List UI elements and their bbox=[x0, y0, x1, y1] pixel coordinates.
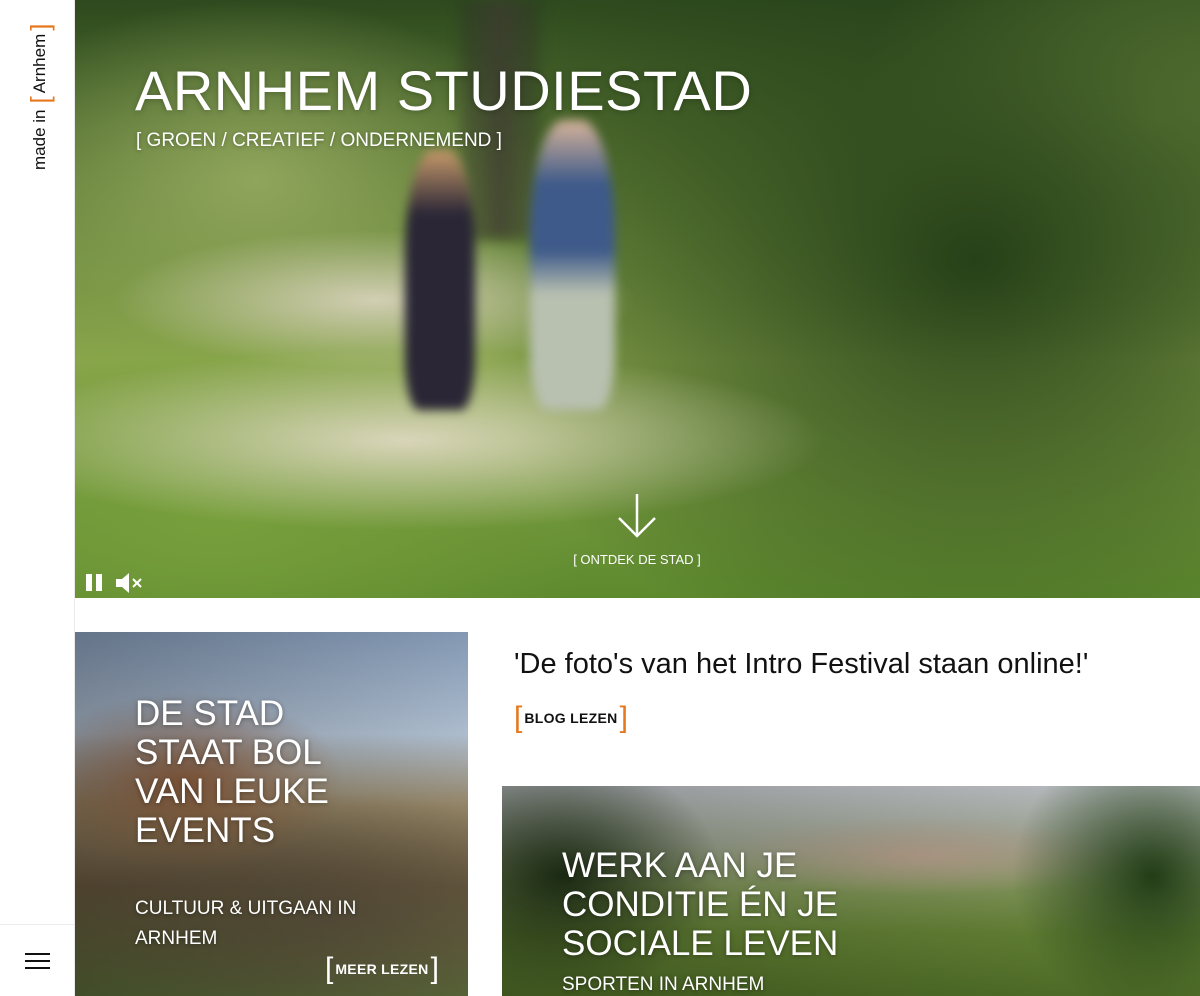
arrow-down-icon[interactable] bbox=[615, 492, 659, 540]
read-more-label: MEER LEZEN bbox=[335, 961, 429, 977]
hero-title: ARNHEM STUDIESTAD bbox=[135, 59, 753, 122]
events-card-title: DE STAD STAAT BOL VAN LEUKE EVENTS bbox=[135, 694, 329, 850]
hero-subtitle: [ GROEN / CREATIEF / ONDERNEMEND ] bbox=[136, 130, 502, 151]
sport-card-title: WERK AAN JE CONDITIE ÉN JE SOCIALE LEVEN bbox=[562, 846, 839, 963]
hamburger-line bbox=[25, 952, 50, 955]
bracket-left: [ bbox=[325, 952, 334, 985]
logo-bracket-right: ] bbox=[25, 23, 55, 31]
sport-card[interactable]: WERK AAN JE CONDITIE ÉN JE SOCIALE LEVEN… bbox=[502, 786, 1200, 996]
blog-quote: 'De foto's van het Intro Festival staan … bbox=[514, 648, 1089, 680]
pause-bar bbox=[96, 574, 102, 591]
sport-card-subtitle: SPORTEN IN ARNHEM bbox=[562, 974, 765, 995]
events-card-subtitle: CULTUUR & UITGAAN IN ARNHEM bbox=[135, 898, 357, 949]
bracket-right: ] bbox=[430, 952, 439, 985]
read-blog-button[interactable]: [ BLOG LEZEN ] bbox=[514, 703, 628, 733]
hero-background-person bbox=[530, 120, 615, 410]
site-logo[interactable]: made in [ Arnhem ] bbox=[12, 10, 68, 170]
read-more-button[interactable]: [ MEER LEZEN ] bbox=[325, 954, 439, 984]
bracket-left: [ bbox=[514, 701, 523, 734]
sidebar: made in [ Arnhem ] bbox=[0, 0, 75, 996]
hamburger-line bbox=[25, 966, 50, 969]
logo-city: Arnhem bbox=[30, 33, 49, 94]
discover-city-link[interactable]: [ ONTDEK DE STAD ] bbox=[515, 552, 759, 567]
hero-background-person bbox=[405, 150, 475, 410]
events-card[interactable]: DE STAD STAAT BOL VAN LEUKE EVENTS CULTU… bbox=[75, 632, 468, 996]
mute-icon[interactable] bbox=[115, 572, 145, 594]
pause-icon[interactable] bbox=[86, 574, 104, 592]
hamburger-icon[interactable] bbox=[0, 924, 75, 996]
hero-video: ARNHEM STUDIESTAD [ GROEN / CREATIEF / O… bbox=[75, 0, 1200, 598]
hamburger-line bbox=[25, 959, 50, 962]
logo-prefix: made in bbox=[30, 109, 49, 170]
pause-bar bbox=[86, 574, 92, 591]
logo-text: made in [ Arnhem ] bbox=[12, 10, 68, 170]
logo-bracket-left: [ bbox=[25, 96, 55, 104]
bracket-right: ] bbox=[619, 701, 628, 734]
read-blog-label: BLOG LEZEN bbox=[524, 710, 618, 726]
